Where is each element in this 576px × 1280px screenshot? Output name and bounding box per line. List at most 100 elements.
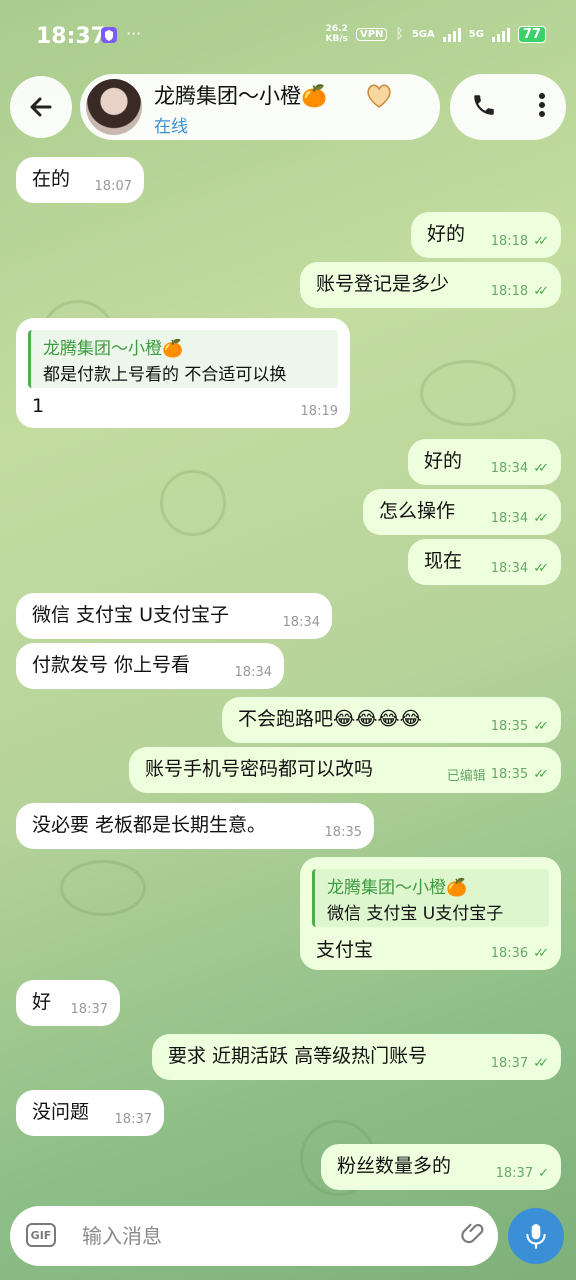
message-bubble-incoming[interactable]: 好 18:37: [16, 980, 120, 1026]
reply-author: 龙腾集团～小橙🍊: [43, 339, 184, 359]
check-icon: ✓: [538, 1166, 549, 1181]
reply-quote[interactable]: 龙腾集团～小橙🍊 微信 支付宝 U支付宝子: [312, 869, 549, 927]
message-bubble-outgoing[interactable]: 好的 18:34 ✓✓: [408, 439, 561, 485]
message-bubble-incoming[interactable]: 没必要 老板都是长期生意。 18:35: [16, 803, 374, 849]
message-meta: 18:34 ✓✓: [491, 511, 549, 526]
double-check-icon: ✓✓: [533, 946, 549, 961]
message-input[interactable]: [80, 1218, 444, 1254]
message-bubble-incoming[interactable]: 微信 支付宝 U支付宝子 18:34: [16, 593, 332, 639]
status-indicators: 26.2 KB/s VPN ᛒ 5GA 5G 77: [326, 24, 546, 44]
message-meta: 18:37 ✓✓: [491, 1056, 549, 1071]
double-check-icon: ✓✓: [533, 767, 549, 782]
message-bubble-outgoing[interactable]: 不会跑路吧😂😂😂😂 18:35 ✓✓: [222, 697, 561, 743]
double-check-icon: ✓✓: [533, 1056, 549, 1071]
message-time: 18:35: [324, 825, 362, 840]
phone-icon: [473, 95, 494, 115]
message-time: 18:37: [114, 1112, 152, 1127]
background-doodle: [160, 470, 226, 536]
message-time: 18:36: [490, 946, 529, 961]
edited-label: 已编辑: [446, 769, 486, 784]
message-text: 粉丝数量多的: [337, 1154, 452, 1177]
message-text: 现在: [424, 549, 463, 572]
background-doodle: [60, 860, 146, 916]
message-time: 18:37: [490, 1056, 529, 1071]
message-text: 1: [32, 395, 45, 417]
message-bubble-outgoing[interactable]: 账号登记是多少 18:18 ✓✓: [300, 262, 561, 308]
message-time: 18:35: [490, 719, 529, 734]
message-time: 18:34: [490, 461, 529, 476]
message-meta: 18:34: [283, 615, 320, 630]
call-button[interactable]: [471, 92, 497, 122]
more-button[interactable]: [538, 92, 546, 122]
net-speed-value: 26.2: [325, 24, 348, 34]
back-button[interactable]: [10, 76, 72, 138]
message-text: 好: [32, 990, 52, 1013]
message-text: 不会跑路吧😂😂😂😂: [238, 707, 422, 730]
sim2-label: 5G: [468, 28, 484, 40]
arrow-left-icon: [30, 97, 52, 117]
attach-button[interactable]: [450, 1216, 492, 1258]
double-check-icon: ✓✓: [533, 719, 549, 734]
message-meta: 18:35 ✓✓: [491, 719, 549, 734]
message-meta: 18:37: [71, 1002, 108, 1017]
double-check-icon: ✓✓: [533, 234, 549, 249]
chat-header: 龙腾集团～小橙🍊 在线: [0, 74, 576, 142]
chat-status: 在线: [154, 117, 188, 137]
chat-info-button[interactable]: 龙腾集团～小橙🍊 在线: [80, 74, 440, 140]
header-actions: [450, 74, 566, 140]
message-text: 在的: [32, 167, 71, 190]
message-meta: 18:37 ✓: [496, 1166, 549, 1181]
bluetooth-icon: ᛒ: [395, 26, 404, 42]
message-time: 18:18: [490, 234, 529, 249]
battery-indicator: 77: [517, 25, 546, 43]
signal-bars-icon: [442, 26, 461, 42]
message-time: 18:35: [490, 767, 529, 782]
message-bubble-incoming[interactable]: 没问题 18:37: [16, 1090, 164, 1136]
message-text: 好的: [424, 449, 463, 472]
message-bubble-outgoing[interactable]: 现在 18:34 ✓✓: [408, 539, 561, 585]
reply-quote[interactable]: 龙腾集团～小橙🍊 都是付款上号看的 不合适可以换: [28, 330, 338, 388]
message-time: 18:37: [70, 1002, 108, 1017]
message-time: 18:19: [300, 404, 338, 419]
message-text: 支付宝: [316, 939, 374, 961]
message-time: 18:18: [490, 284, 529, 299]
message-meta: 18:36 ✓✓: [491, 946, 549, 961]
message-meta: 已编辑 18:35 ✓✓: [447, 765, 549, 784]
double-check-icon: ✓✓: [533, 461, 549, 476]
clock: 18:37: [36, 24, 107, 49]
message-text: 怎么操作: [379, 499, 456, 522]
net-speed: 26.2 KB/s: [326, 24, 348, 44]
sim1-label: 5GA: [411, 28, 435, 40]
message-text: 微信 支付宝 U支付宝子: [32, 603, 229, 626]
message-bubble-incoming-reply[interactable]: 龙腾集团～小橙🍊 都是付款上号看的 不合适可以换 1 18:19: [16, 318, 350, 428]
message-meta: 18:34 ✓✓: [491, 561, 549, 576]
paperclip-icon: [461, 1223, 484, 1244]
message-bubble-outgoing-reply[interactable]: 龙腾集团～小橙🍊 微信 支付宝 U支付宝子 支付宝 18:36 ✓✓: [300, 857, 561, 970]
message-text: 要求 近期活跃 高等级热门账号: [168, 1044, 428, 1067]
net-speed-unit: KB/s: [325, 34, 348, 44]
message-bubble-outgoing[interactable]: 粉丝数量多的 18:37 ✓: [321, 1144, 561, 1190]
double-check-icon: ✓✓: [533, 561, 549, 576]
message-bubble-outgoing[interactable]: 怎么操作 18:34 ✓✓: [363, 489, 561, 535]
message-text: 没必要 老板都是长期生意。: [32, 813, 267, 836]
vpn-badge: VPN: [355, 27, 388, 41]
more-notifications-icon: ···: [126, 24, 142, 43]
emoji-status-icon: [364, 80, 394, 117]
message-bubble-incoming[interactable]: 在的 18:07: [16, 157, 144, 203]
message-time: 18:34: [490, 561, 529, 576]
message-bubble-outgoing[interactable]: 好的 18:18 ✓✓: [411, 212, 561, 258]
message-bubble-outgoing[interactable]: 账号手机号密码都可以改吗 已编辑 18:35 ✓✓: [129, 747, 561, 793]
message-bubble-incoming[interactable]: 付款发号 你上号看 18:34: [16, 643, 284, 689]
message-time: 18:34: [234, 665, 272, 680]
shield-app-icon: [100, 26, 118, 48]
message-text: 没问题: [32, 1100, 90, 1123]
message-bubble-outgoing[interactable]: 要求 近期活跃 高等级热门账号 18:37 ✓✓: [152, 1034, 561, 1080]
gif-button[interactable]: GIF: [26, 1223, 56, 1247]
composer: GIF: [10, 1206, 498, 1266]
background-doodle: [420, 360, 516, 426]
message-meta: 18:18 ✓✓: [491, 234, 549, 249]
message-meta: 18:34 ✓✓: [491, 461, 549, 476]
message-time: 18:37: [495, 1166, 534, 1181]
voice-record-button[interactable]: [508, 1208, 564, 1264]
message-text: 付款发号 你上号看: [32, 653, 191, 676]
